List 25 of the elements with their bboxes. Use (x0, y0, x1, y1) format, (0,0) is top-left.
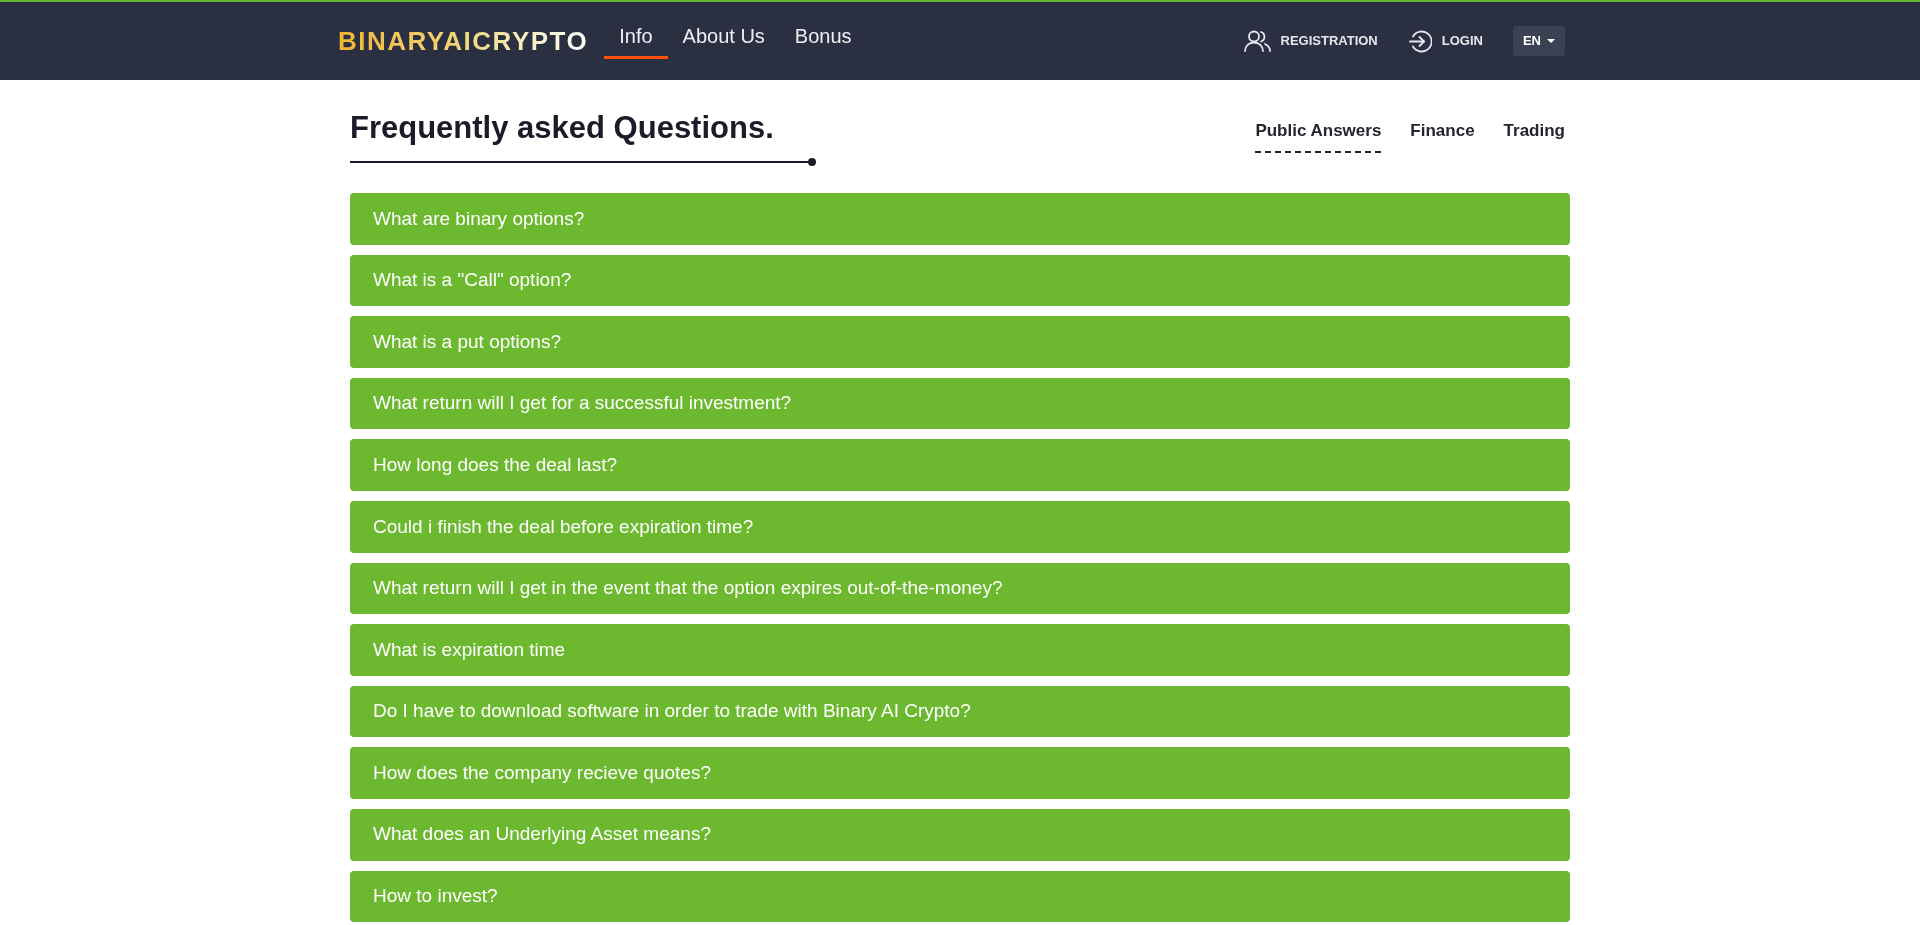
faq-question-button[interactable]: How long does the deal last? (350, 439, 1570, 491)
faq-question-button[interactable]: What return will I get for a successful investment? (350, 377, 1570, 430)
faq-question-button[interactable]: What is a put options? (350, 316, 1570, 368)
category-tab[interactable]: Finance (1410, 119, 1475, 153)
faq-question-button[interactable]: How does the company recieve quotes? (350, 747, 1570, 799)
faq-question-button[interactable]: What is expiration time (350, 624, 1570, 676)
faq-question-button[interactable]: What return will I get in the event that the option expires out-of-the-money? (350, 562, 1570, 615)
nav-link[interactable]: About Us (667, 23, 780, 59)
nav-link[interactable]: Info (604, 23, 668, 59)
login-icon (1408, 29, 1432, 53)
faq-question-button[interactable]: What is a "Call" option? (350, 254, 1570, 307)
faq-question-button[interactable]: Could i finish the deal before expiration time? (350, 500, 1570, 553)
category-tab[interactable]: Trading (1503, 119, 1565, 153)
nav-link[interactable]: Bonus (779, 23, 867, 59)
faq-question-button[interactable]: Do I have to download software in order to trade with Binary AI Crypto? (350, 685, 1570, 738)
registration-link[interactable]: REGISTRATION (1243, 30, 1378, 52)
page-title: Frequently asked Questions. (350, 109, 775, 147)
language-dropdown[interactable]: EN (1512, 26, 1565, 56)
users-icon (1243, 30, 1271, 52)
login-link[interactable]: LOGIN (1408, 29, 1483, 53)
caret-icon (1547, 39, 1555, 43)
faq-question-button[interactable]: What does an Underlying Asset means? (350, 808, 1570, 861)
faq-question-button[interactable]: How to invest? (350, 870, 1570, 923)
category-tab[interactable]: Public Answers (1255, 119, 1382, 153)
faq-question-button[interactable]: What are binary options? (350, 193, 1570, 245)
